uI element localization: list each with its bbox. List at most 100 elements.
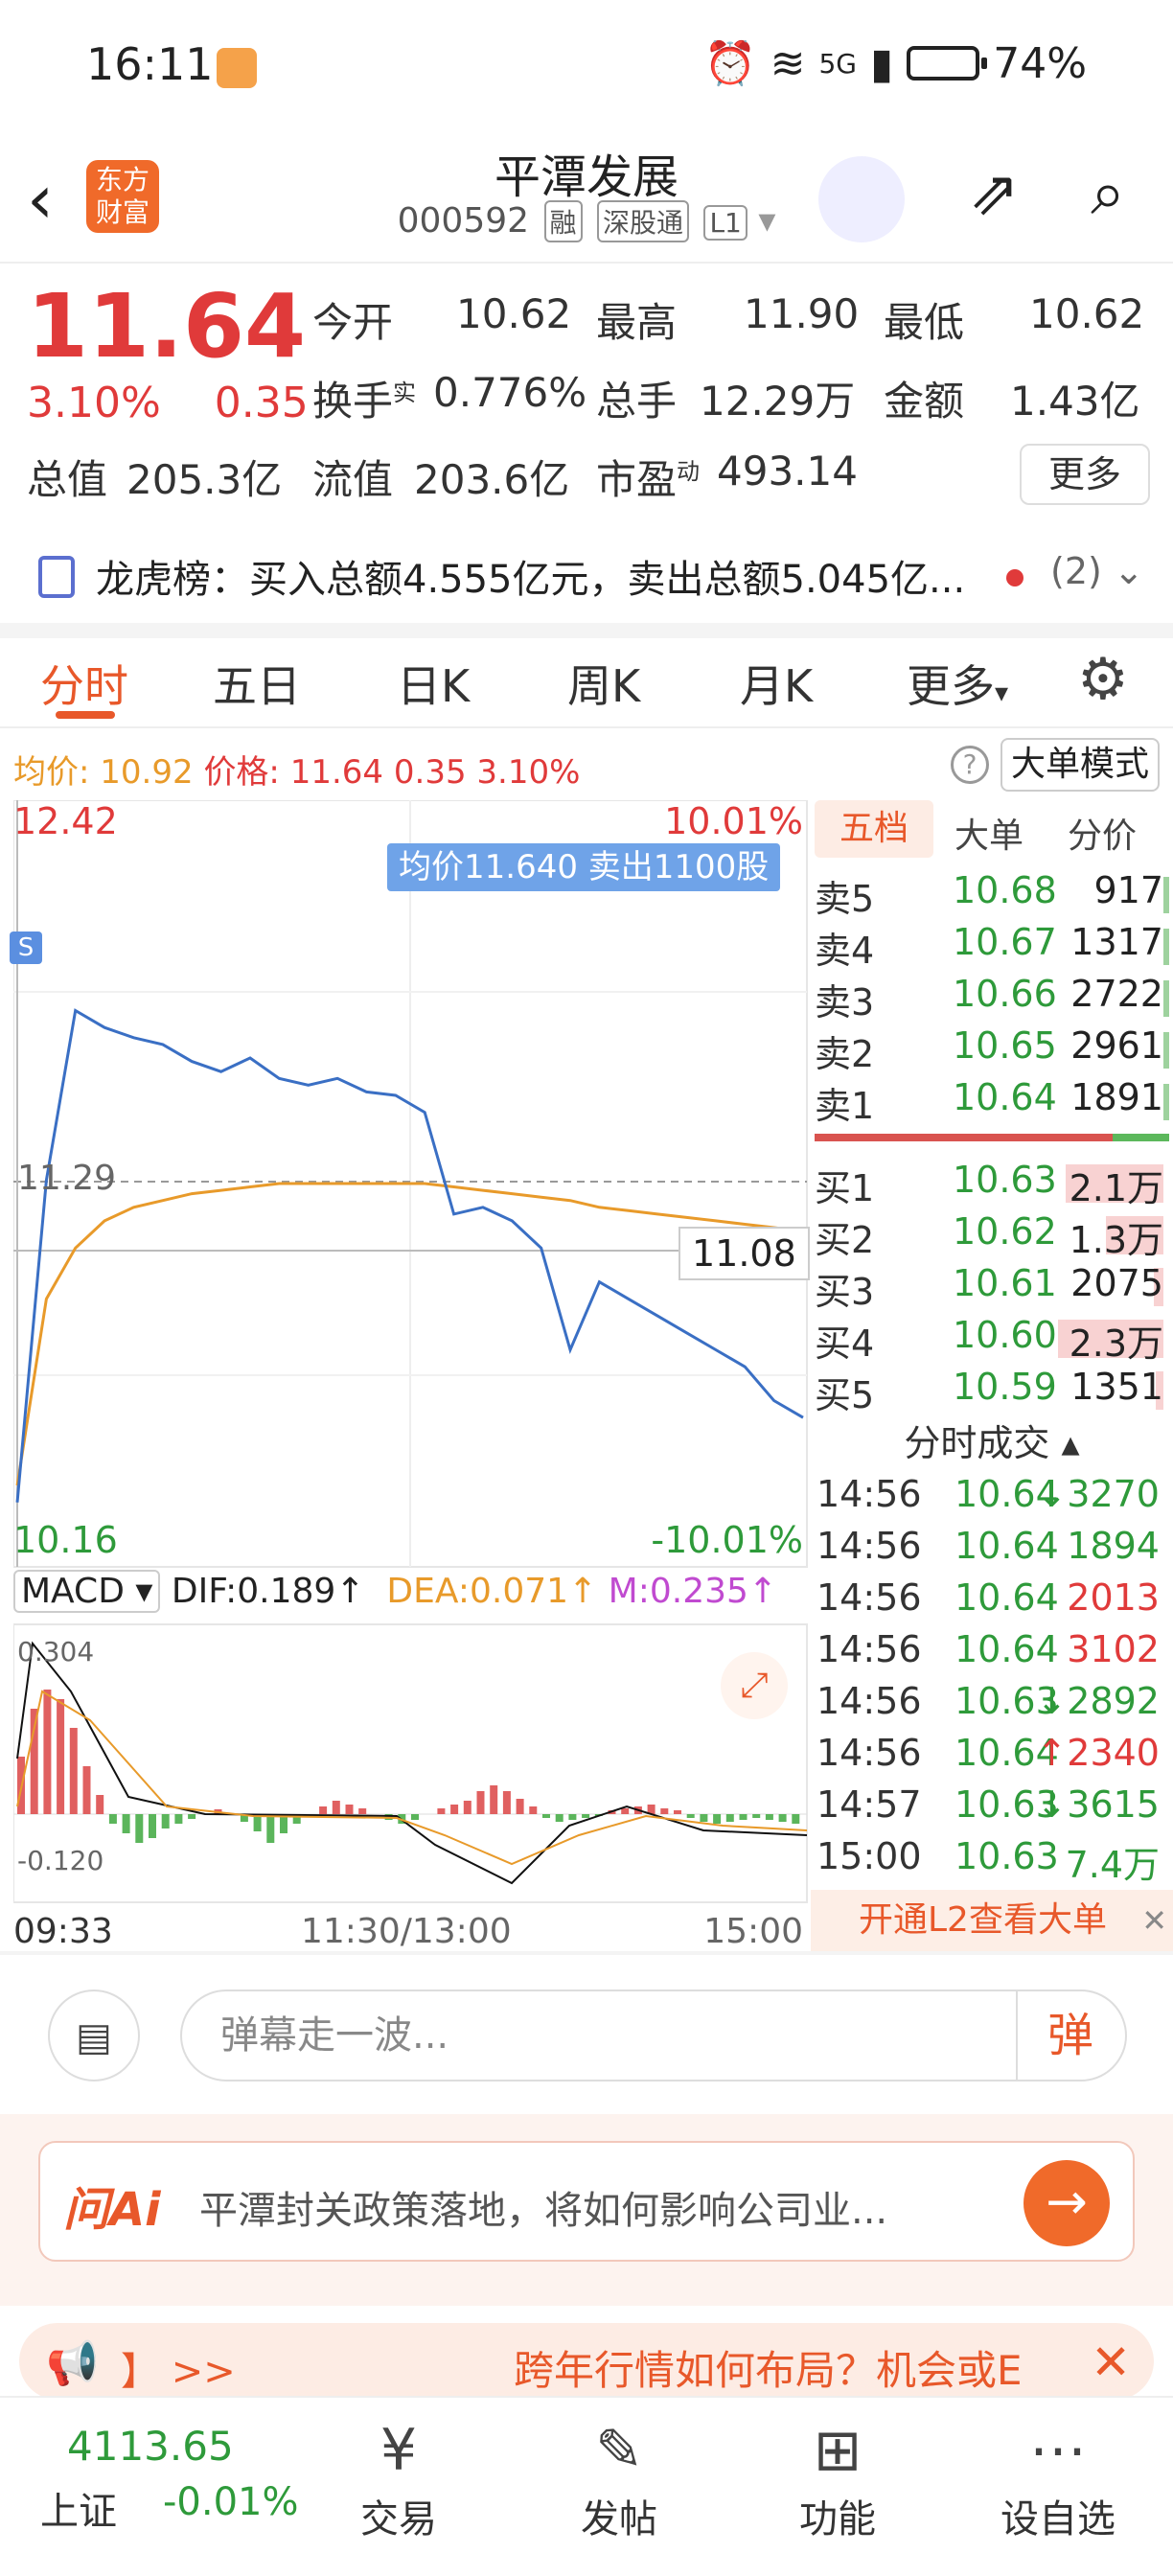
edit-icon: ✎ <box>594 2417 644 2484</box>
ask-row: 卖4 10.67 1317 <box>811 921 1173 972</box>
danmu-input[interactable]: 弹幕走一波... <box>180 1990 1127 2082</box>
bid-row: 买2 10.62 1.3万 <box>815 1210 1163 1261</box>
stock-code: 000592 <box>397 201 530 241</box>
macd-histogram-bar <box>542 1814 550 1818</box>
tab-weekly-k[interactable]: 周K <box>567 652 640 715</box>
macd-histogram-bar <box>437 1808 446 1814</box>
macd-dea: DEA:0.071↑ <box>386 1572 598 1611</box>
crosshair-price-label: 11.08 <box>678 1227 810 1280</box>
more-circle-icon: ⋯ <box>1029 2417 1087 2484</box>
macd-histogram-bar <box>43 1690 52 1814</box>
x-label-close: 15:00 <box>703 1912 803 1951</box>
amount-label: 金额 <box>884 378 965 425</box>
back-icon[interactable]: ‹ <box>27 166 54 233</box>
tag-connect: 深股通 <box>596 200 689 242</box>
trade-price: 10.64 <box>954 1525 1059 1567</box>
open-label: 今开 <box>312 299 394 346</box>
active-tab-indicator <box>56 711 115 719</box>
danmu-bar: ▤ 弹幕走一波... 弹 <box>0 1955 1173 2118</box>
chevron-down-icon[interactable]: ▾ <box>758 201 775 241</box>
ai-question-card[interactable]: 问Ai 平潭封关政策落地，将如何影响公司业... → <box>38 2141 1135 2262</box>
macd-histogram-bar <box>319 1806 328 1814</box>
macd-histogram-bar <box>765 1814 773 1820</box>
more-button[interactable]: 更多 <box>1020 444 1150 505</box>
trades-header[interactable]: 分时成交 ▴ <box>811 1414 1173 1466</box>
macd-histogram-bar <box>69 1728 78 1814</box>
bid-row: 买4 10.60 2.3万 <box>815 1314 1163 1365</box>
bid-row: 买5 10.59 1351 <box>815 1366 1163 1416</box>
battery-level: 74% <box>993 38 1087 88</box>
macd-histogram-bar <box>188 1814 196 1819</box>
index-change[interactable]: -0.01% <box>163 2480 299 2524</box>
tab-monthly-k[interactable]: 月K <box>740 652 813 715</box>
sell-signal-badge[interactable]: S <box>10 932 42 964</box>
megaphone-icon: 📢 <box>46 2339 99 2388</box>
chart-tabs: 分时 五日 日K 周K 月K 更多▾ ⚙ <box>0 632 1173 728</box>
ask-row: 卖1 10.64 1891 <box>811 1076 1173 1127</box>
nav-trade[interactable]: ¥ 交易 <box>332 2417 466 2543</box>
l2-upgrade-banner[interactable]: 开通L2查看大单 ✕ <box>811 1890 1173 1951</box>
nav-functions[interactable]: ⊞ 功能 <box>770 2417 905 2543</box>
nav-add-watchlist[interactable]: ⋯ 设自选 <box>991 2417 1125 2543</box>
order-book-tabs: 五档 大单 分价 <box>811 800 1173 858</box>
macd-histogram-bar <box>358 1808 367 1814</box>
macd-histogram-bar <box>660 1808 669 1814</box>
tab-five-level[interactable]: 五档 <box>815 800 933 858</box>
arrow-right-icon[interactable]: → <box>1024 2160 1110 2246</box>
big-order-mode-button[interactable]: 大单模式 <box>1000 738 1160 792</box>
price-value: 11.64 <box>289 753 384 792</box>
share-icon[interactable]: ⇗ <box>968 158 1020 229</box>
danmu-settings-icon[interactable]: ▤ <box>48 1990 140 2082</box>
tab-big-order[interactable]: 大单 <box>954 808 1024 858</box>
mktcap-value: 205.3亿 <box>126 456 283 503</box>
tab-intraday[interactable]: 分时 <box>40 652 128 715</box>
avg-label: 均价: <box>13 753 90 792</box>
trade-price: 10.64 <box>954 1576 1059 1619</box>
macd-histogram-bar <box>674 1810 681 1814</box>
dragon-tiger-count: (2) ⌄ <box>1050 550 1144 592</box>
ai-question-text: 平潭封关政策落地，将如何影响公司业... <box>199 2189 888 2233</box>
marquee-arrows: 】 >> <box>121 2350 236 2394</box>
expand-icon[interactable]: ⤢ <box>721 1652 788 1719</box>
change-abs: 0.35 <box>214 379 309 427</box>
macd-dif: DIF:0.189↑ <box>171 1572 365 1611</box>
macd-histogram-bar <box>161 1814 170 1828</box>
float-label: 流值 <box>312 456 394 503</box>
mktcap-label: 总值 <box>27 456 108 503</box>
macd-histogram-bar <box>82 1766 91 1814</box>
tab-five-day[interactable]: 五日 <box>213 652 301 715</box>
search-icon[interactable]: ⌕ <box>1091 158 1125 229</box>
quote-panel: 11.64 3.10% 0.35 今开 10.62 最高 11.90 最低 10… <box>0 265 1173 534</box>
danmu-toggle-button[interactable]: 弹 <box>1016 1991 1123 2080</box>
dragon-tiger-bar[interactable]: 龙虎榜：买入总额4.555亿元，卖出总额5.045亿... (2) ⌄ <box>0 537 1173 623</box>
macd-top-label: 0.304 <box>17 1636 95 1668</box>
high-value: 11.90 <box>744 290 860 337</box>
help-icon[interactable]: ? <box>951 746 989 784</box>
trade-time: 14:56 <box>816 1473 922 1515</box>
ai-ask-section: 问Ai 平潭封关政策落地，将如何影响公司业... → <box>0 2114 1173 2306</box>
nav-post[interactable]: ✎ 发帖 <box>552 2417 686 2543</box>
price-info-line: 均价: 10.92 价格: 11.64 0.35 3.10% <box>13 746 580 793</box>
macd-selector[interactable]: MACD ▾ <box>13 1570 161 1613</box>
tab-daily-k[interactable]: 日K <box>397 652 470 715</box>
macd-histogram-bar <box>739 1814 748 1820</box>
gear-icon[interactable]: ⚙ <box>1077 646 1129 713</box>
index-name[interactable]: 上证 <box>40 2480 117 2536</box>
float-value: 203.6亿 <box>414 456 570 503</box>
ai-logo: 问Ai <box>63 2183 161 2237</box>
close-icon[interactable]: ✕ <box>1141 1890 1167 1951</box>
tab-more[interactable]: 更多▾ <box>907 652 1008 715</box>
status-bar: 16:11 ⏰ ≋ 5G ▮ 74% <box>0 0 1173 139</box>
assistant-robot-icon[interactable] <box>818 156 905 242</box>
macd-bottom-label: -0.120 <box>17 1845 104 1876</box>
trade-volume: ↑2340 <box>1036 1732 1160 1774</box>
macd-histogram-bar <box>516 1799 524 1814</box>
intraday-chart[interactable]: 12.42 10.01% 10.16 -10.01% 11.29 09:33 1… <box>13 800 809 1951</box>
index-value[interactable]: 4113.65 <box>67 2423 234 2470</box>
close-icon[interactable]: ✕ <box>1091 2334 1131 2390</box>
volume-value: 12.29万 <box>700 378 856 425</box>
news-marquee[interactable]: 📢 】 >> 跨年行情如何布局？机会或E ✕ <box>19 2323 1154 2400</box>
y-bottom-label: 10.16 <box>13 1519 118 1561</box>
app-notification-icon <box>217 48 257 88</box>
tab-price-dist[interactable]: 分价 <box>1068 808 1137 858</box>
